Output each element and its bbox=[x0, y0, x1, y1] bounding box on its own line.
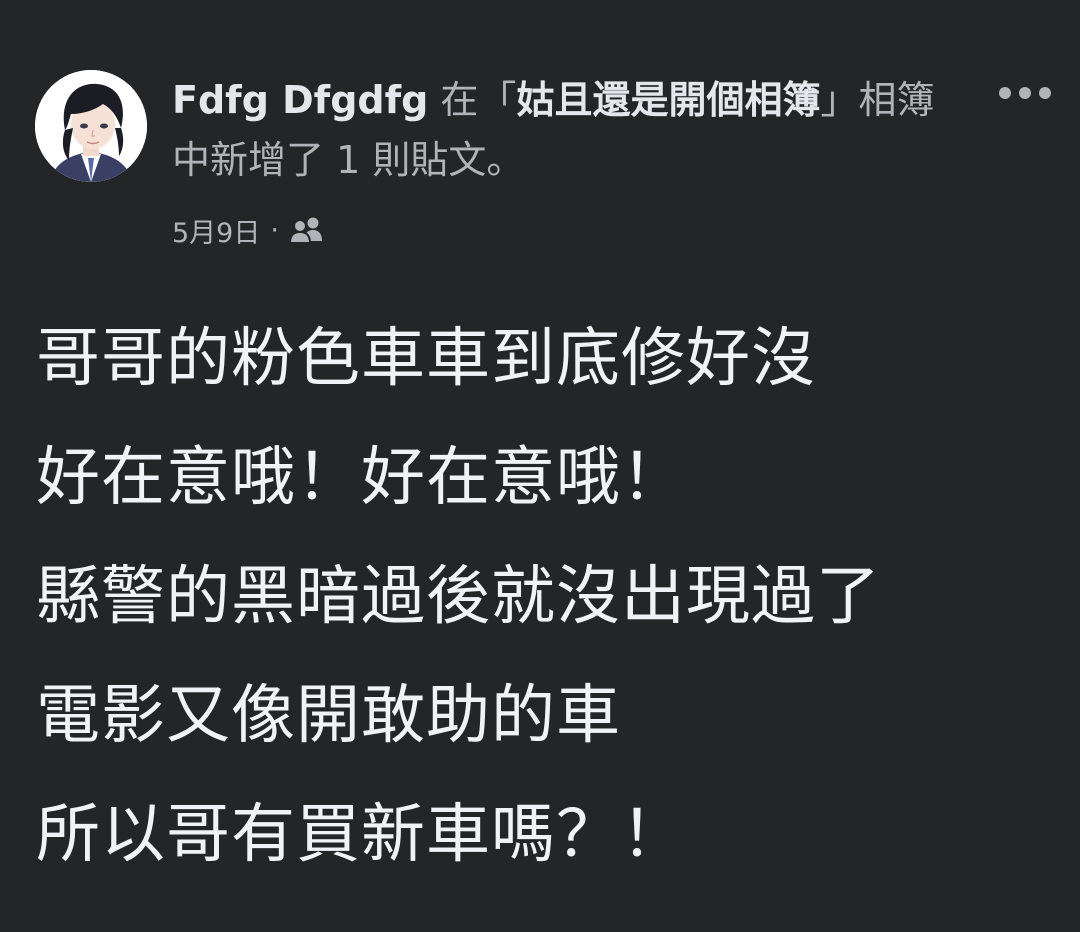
post-meta: 5月9日 · bbox=[172, 208, 325, 252]
author-avatar[interactable] bbox=[35, 70, 147, 182]
post-body: 哥哥的粉色車車到底修好沒 好在意哦！好在意哦！ 縣警的黑暗過後就沒出現過了 電影… bbox=[36, 300, 1056, 895]
more-options-icon[interactable] bbox=[996, 76, 1054, 110]
post-header: Fdfg Dfgdfg 在「姑且還是開個相簿」相簿中新增了 1 則貼文。 5月9… bbox=[0, 0, 1080, 260]
post-text-line: 好在意哦！好在意哦！ bbox=[36, 441, 686, 515]
post-text-line: 縣警的黑暗過後就沒出現過了 bbox=[36, 560, 881, 634]
avatar-illustration bbox=[35, 70, 147, 182]
meta-separator: · bbox=[270, 214, 279, 246]
post-text-line: 哥哥的粉色車車到底修好沒 bbox=[36, 322, 816, 396]
post-text-line: 電影又像開敢助的車 bbox=[36, 679, 621, 753]
album-name-link[interactable]: 姑且還是開個相簿 bbox=[516, 78, 820, 122]
post-text-line: 所以哥有買新車嗎？！ bbox=[36, 798, 686, 872]
post-date[interactable]: 5月9日 bbox=[172, 211, 260, 250]
friends-icon[interactable] bbox=[288, 215, 325, 245]
post-attribution: Fdfg Dfgdfg 在「姑且還是開個相簿」相簿中新增了 1 則貼文。 bbox=[172, 70, 962, 190]
action-prefix-text: 在「 bbox=[428, 78, 517, 122]
author-name-link[interactable]: Fdfg Dfgdfg bbox=[172, 78, 428, 122]
